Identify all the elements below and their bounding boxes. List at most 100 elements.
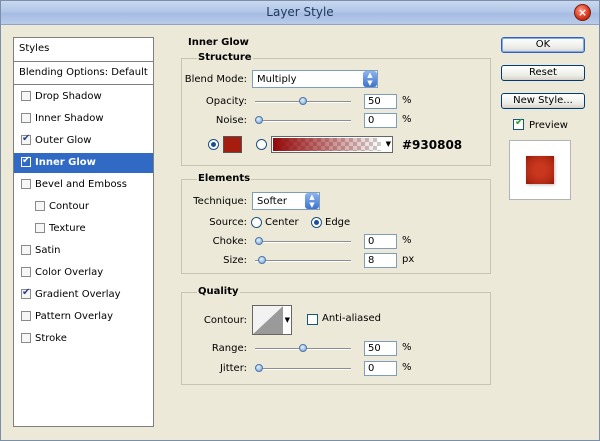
size-input[interactable]: 8: [364, 253, 397, 268]
style-item-stroke[interactable]: Stroke: [14, 329, 153, 349]
choke-slider-thumb[interactable]: [255, 237, 263, 245]
style-item-gradient-overlay[interactable]: Gradient Overlay: [14, 285, 153, 305]
jitter-input[interactable]: 0: [364, 361, 397, 376]
style-item-drop-shadow[interactable]: Drop Shadow: [14, 87, 153, 107]
opacity-slider[interactable]: [255, 97, 351, 105]
style-item-label: Gradient Overlay: [35, 289, 121, 300]
style-item-texture[interactable]: Texture: [14, 219, 153, 239]
ok-button[interactable]: OK: [501, 37, 585, 53]
styles-header[interactable]: Styles: [14, 38, 153, 62]
size-label: Size:: [223, 255, 247, 266]
styles-list: Styles Blending Options: Default Drop Sh…: [13, 37, 154, 427]
technique-select[interactable]: Softer ▲ ▼: [252, 192, 320, 210]
style-item-label: Inner Glow: [35, 157, 96, 168]
opacity-slider-thumb[interactable]: [299, 97, 307, 105]
style-item-checkbox[interactable]: [21, 311, 31, 321]
jitter-unit: %: [402, 362, 412, 373]
style-item-checkbox[interactable]: [21, 245, 31, 255]
blend-mode-value: Multiply: [257, 74, 297, 85]
style-item-pattern-overlay[interactable]: Pattern Overlay: [14, 307, 153, 327]
technique-label: Technique:: [193, 196, 247, 207]
jitter-slider[interactable]: [255, 364, 351, 372]
style-item-outer-glow[interactable]: Outer Glow: [14, 131, 153, 151]
gradient-picker[interactable]: ▼: [271, 136, 393, 153]
contour-curve-icon: [253, 306, 283, 334]
noise-slider-thumb[interactable]: [255, 116, 263, 124]
range-input[interactable]: 50: [364, 341, 397, 356]
anti-aliased-checkbox[interactable]: [307, 314, 318, 325]
gradient-radio[interactable]: [256, 139, 267, 150]
style-item-checkbox[interactable]: [35, 223, 45, 233]
new-style-button[interactable]: New Style...: [501, 93, 585, 109]
size-unit: px: [402, 254, 415, 265]
contour-picker[interactable]: ▼: [252, 305, 292, 335]
opacity-unit: %: [402, 95, 412, 106]
choke-label: Choke:: [212, 236, 247, 247]
style-item-label: Bevel and Emboss: [35, 179, 127, 190]
style-item-checkbox[interactable]: [21, 333, 31, 343]
choke-input[interactable]: 0: [364, 234, 397, 249]
quality-title: Quality: [197, 286, 240, 297]
contour-dropdown-icon: ▼: [284, 316, 290, 324]
style-item-bevel-and-emboss[interactable]: Bevel and Emboss: [14, 175, 153, 195]
elements-title: Elements: [197, 173, 252, 184]
range-slider[interactable]: [255, 344, 351, 352]
range-slider-thumb[interactable]: [299, 344, 307, 352]
source-edge-radio[interactable]: [311, 217, 322, 228]
blend-mode-select[interactable]: Multiply ▲ ▼: [252, 70, 378, 88]
style-item-checkbox[interactable]: [21, 179, 31, 189]
jitter-label: Jitter:: [219, 363, 247, 374]
style-item-label: Outer Glow: [35, 135, 92, 146]
style-item-checkbox[interactable]: [21, 155, 31, 167]
preview-label: Preview: [529, 120, 568, 131]
style-item-label: Texture: [49, 223, 86, 234]
style-preview: [509, 140, 571, 200]
size-slider[interactable]: [255, 256, 351, 264]
size-slider-thumb[interactable]: [258, 256, 266, 264]
range-unit: %: [402, 342, 412, 353]
layer-style-dialog: Layer Style × Styles Blending Options: D…: [0, 0, 600, 441]
source-label: Source:: [209, 217, 247, 228]
noise-input[interactable]: 0: [364, 113, 397, 128]
style-item-label: Inner Shadow: [35, 113, 104, 124]
style-item-label: Drop Shadow: [35, 91, 102, 102]
choke-slider[interactable]: [255, 237, 351, 245]
style-item-checkbox[interactable]: [21, 91, 31, 101]
style-item-satin[interactable]: Satin: [14, 241, 153, 261]
blending-options-item[interactable]: Blending Options: Default: [14, 62, 153, 85]
close-icon[interactable]: ×: [574, 4, 591, 21]
gradient-dropdown-icon: ▼: [385, 140, 391, 148]
style-item-inner-glow[interactable]: Inner Glow: [14, 153, 153, 173]
technique-value: Softer: [257, 196, 287, 207]
style-item-checkbox[interactable]: [21, 267, 31, 277]
glow-color-swatch[interactable]: [223, 136, 242, 153]
preview-checkbox[interactable]: [513, 117, 524, 130]
color-hex-label: #930808: [402, 138, 463, 152]
opacity-input[interactable]: 50: [364, 94, 397, 109]
noise-label: Noise:: [215, 115, 247, 126]
source-center-radio[interactable]: [251, 217, 262, 228]
style-item-checkbox[interactable]: [21, 287, 31, 299]
style-item-checkbox[interactable]: [35, 201, 45, 211]
style-item-inner-shadow[interactable]: Inner Shadow: [14, 109, 153, 129]
style-item-label: Color Overlay: [35, 267, 104, 278]
noise-slider[interactable]: [255, 116, 351, 124]
style-item-checkbox[interactable]: [21, 113, 31, 123]
noise-unit: %: [402, 114, 412, 125]
gradient-preview: [273, 138, 381, 151]
style-item-checkbox[interactable]: [21, 133, 31, 145]
contour-label: Contour:: [203, 315, 247, 326]
style-item-label: Contour: [49, 201, 89, 212]
solid-color-radio[interactable]: [208, 139, 219, 150]
choke-unit: %: [402, 235, 412, 246]
anti-aliased-label: Anti-aliased: [322, 313, 382, 324]
reset-button[interactable]: Reset: [501, 65, 585, 81]
source-center-label: Center: [265, 217, 299, 228]
style-item-color-overlay[interactable]: Color Overlay: [14, 263, 153, 283]
window-title: Layer Style: [266, 5, 334, 19]
style-item-contour[interactable]: Contour: [14, 197, 153, 217]
style-item-label: Stroke: [35, 333, 67, 344]
dropdown-arrow-icon: ▲ ▼: [363, 71, 377, 87]
jitter-slider-thumb[interactable]: [255, 364, 263, 372]
inner-glow-title: Inner Glow: [187, 37, 250, 48]
